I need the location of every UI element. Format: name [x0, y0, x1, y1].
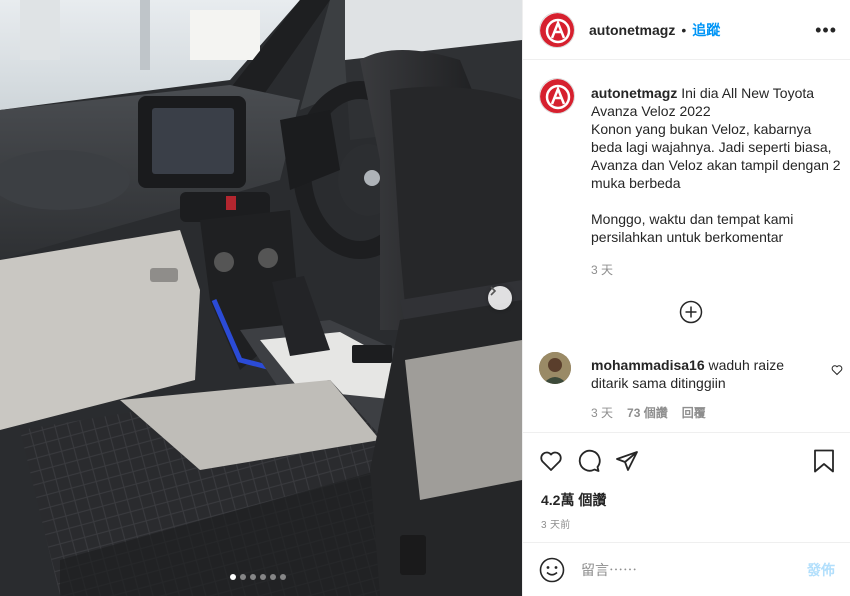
caption-avatar[interactable]: [539, 78, 575, 114]
autonetmagz-logo-icon: [540, 12, 574, 47]
header-separator: •: [681, 21, 687, 38]
comment-time[interactable]: 3 天: [591, 404, 613, 421]
post-date[interactable]: 3 天前: [541, 516, 571, 531]
comment-icon[interactable]: [577, 449, 601, 473]
post-actions: 4.2萬 個讚 3 天前: [523, 432, 850, 542]
post-comment-button[interactable]: 發佈: [807, 560, 835, 580]
heart-icon[interactable]: [539, 449, 563, 473]
heart-icon[interactable]: [831, 364, 843, 376]
more-options-button[interactable]: •••: [815, 20, 837, 41]
action-icons: [539, 449, 639, 473]
plus-circle-icon[interactable]: [679, 300, 703, 324]
car-interior-image: [0, 0, 522, 596]
caption-time[interactable]: 3 天: [591, 261, 613, 278]
post-header: autonetmagz • 追蹤 •••: [523, 0, 850, 60]
comment-input[interactable]: [581, 561, 791, 578]
carousel-next-button[interactable]: [488, 286, 512, 310]
carousel-dot: [230, 574, 236, 580]
comment-likes[interactable]: 73 個讚: [627, 404, 668, 421]
carousel-dot: [240, 574, 246, 580]
autonetmagz-logo-icon: [540, 79, 574, 113]
chevron-right-icon: [490, 286, 497, 296]
carousel-dot: [280, 574, 286, 580]
comment-text-block: mohammadisa16 waduh raize ditarik sama d…: [591, 356, 821, 392]
carousel-dot: [270, 574, 276, 580]
bookmark-icon[interactable]: [813, 449, 835, 473]
user-photo-icon: [539, 352, 571, 384]
likes-count[interactable]: 4.2萬 個讚: [541, 490, 606, 510]
carousel-dot: [260, 574, 266, 580]
author-avatar[interactable]: [539, 11, 575, 48]
caption-username[interactable]: autonetmagz: [591, 85, 677, 101]
caption-text-block: autonetmagz Ini dia All New Toyota Avanz…: [591, 84, 841, 246]
post-photo[interactable]: [0, 0, 522, 596]
comments-section[interactable]: autonetmagz Ini dia All New Toyota Avanz…: [523, 60, 850, 432]
comment-meta: 3 天 73 個讚 回覆: [591, 404, 706, 421]
carousel-dot: [250, 574, 256, 580]
share-icon[interactable]: [615, 449, 639, 473]
emoji-icon[interactable]: [539, 557, 565, 583]
author-username[interactable]: autonetmagz: [589, 22, 675, 38]
carousel-indicator: [230, 574, 286, 580]
caption-body: Ini dia All New Toyota Avanza Veloz 2022…: [591, 85, 841, 245]
reply-button[interactable]: 回覆: [682, 404, 706, 421]
commenter-avatar[interactable]: [539, 352, 571, 384]
follow-button[interactable]: 追蹤: [692, 20, 720, 40]
commenter-username[interactable]: mohammadisa16: [591, 357, 705, 373]
add-comment-bar: 發佈: [523, 542, 850, 596]
post-sidebar: autonetmagz • 追蹤 ••• autonetmagz Ini dia…: [522, 0, 850, 596]
